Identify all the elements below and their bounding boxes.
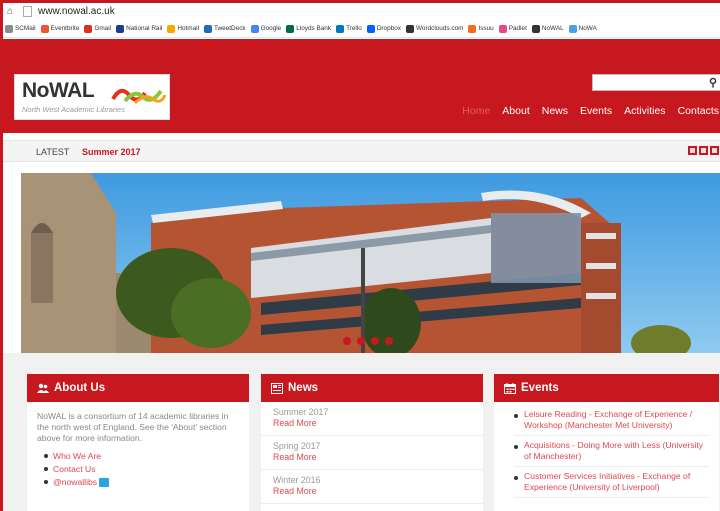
bookmark-favicon-icon: [336, 24, 345, 33]
who-we-are-link[interactable]: Who We Are: [44, 450, 249, 463]
contact-us-link[interactable]: Contact Us: [44, 463, 249, 476]
hero-building-image: [21, 173, 720, 353]
about-card: About Us NoWAL is a consortium of 14 aca…: [27, 374, 249, 511]
bookmark-item[interactable]: TweetDeck: [204, 24, 246, 33]
hero-slider[interactable]: [21, 173, 720, 353]
bookmark-item[interactable]: Eventbrite: [40, 24, 79, 33]
slider-dot[interactable]: [371, 337, 379, 345]
site-header: NoWAL North West Academic Libraries ⚲ Ho…: [3, 39, 720, 133]
event-item[interactable]: Leisure Reading - Exchange of Experience…: [514, 405, 709, 436]
logo-name: NoWAL: [22, 79, 95, 102]
nowal-logo[interactable]: NoWAL North West Academic Libraries: [14, 74, 170, 120]
news-title: News: [288, 382, 319, 394]
about-title: About Us: [54, 382, 106, 394]
events-list: Leisure Reading - Exchange of Experience…: [494, 402, 719, 498]
news-entry-title[interactable]: Winter 2016: [273, 475, 471, 485]
news-entry: Spring 2017 Read More: [261, 436, 483, 470]
nav-about[interactable]: About: [502, 105, 529, 117]
bookmark-favicon-icon: [286, 24, 295, 33]
slider-dot[interactable]: [357, 337, 365, 345]
news-entry-title[interactable]: Summer 2017: [273, 407, 471, 417]
ticker-controls: [688, 146, 719, 155]
nav-home[interactable]: Home: [462, 105, 490, 117]
bookmark-item[interactable]: SCMail: [5, 24, 36, 33]
twitter-link[interactable]: @nowallibs: [44, 476, 249, 489]
bookmark-favicon-icon: [568, 24, 577, 33]
slider-dot[interactable]: [385, 337, 393, 345]
home-icon[interactable]: ⌂: [7, 6, 17, 17]
slider-dot[interactable]: [343, 337, 351, 345]
ticker-next-button[interactable]: [710, 146, 719, 155]
twitter-icon[interactable]: [99, 478, 110, 488]
read-more-link[interactable]: Read More: [273, 452, 471, 462]
page-icon: [23, 6, 32, 17]
news-header: News: [261, 374, 483, 402]
nav-events[interactable]: Events: [580, 105, 612, 117]
slider-dots: [343, 337, 393, 345]
bookmark-favicon-icon: [40, 24, 49, 33]
bookmark-item[interactable]: Gmail: [84, 24, 111, 33]
bookmark-item[interactable]: Google: [250, 24, 281, 33]
bookmark-favicon-icon: [204, 24, 212, 33]
ticker-pause-button[interactable]: [699, 146, 708, 155]
bookmark-favicon-icon: [84, 24, 93, 33]
events-title: Events: [521, 382, 559, 394]
browser-window: ⌂ www.nowal.ac.uk SCMail Eventbrite Gmail N…: [0, 0, 720, 511]
bookmark-item[interactable]: NoWA: [568, 24, 597, 33]
news-entry: Summer 2017 Read More: [261, 402, 483, 436]
bookmark-item[interactable]: Trello: [336, 24, 362, 33]
bookmark-item[interactable]: Padlet: [498, 24, 527, 33]
bookmark-favicon-icon: [468, 24, 477, 33]
bookmark-item[interactable]: Wordclouds.com: [405, 24, 463, 33]
search-icon[interactable]: ⚲: [709, 76, 717, 89]
logo-swoosh-icon: [111, 88, 167, 105]
bookmark-item[interactable]: Hotmail: [167, 24, 199, 33]
bookmark-item[interactable]: NoWAL: [531, 24, 564, 33]
news-entry: Winter 2016 Read More: [261, 470, 483, 504]
newspaper-icon: [271, 382, 283, 394]
bookmark-favicon-icon: [366, 24, 375, 33]
calendar-icon: [504, 382, 516, 394]
news-entry-title[interactable]: Spring 2017: [273, 441, 471, 451]
event-item[interactable]: Customer Services Initiatives - Exchange…: [514, 467, 709, 498]
news-card: News Summer 2017 Read More Spring 2017 R…: [261, 374, 483, 511]
main-nav: Home About News Events Activities Contacts: [450, 105, 719, 117]
bookmark-favicon-icon: [531, 24, 540, 33]
latest-label: LATEST: [36, 147, 70, 157]
about-header: About Us: [27, 374, 249, 402]
about-links: Who We Are Contact Us @nowallibs: [27, 444, 249, 489]
bookmark-favicon-icon: [405, 24, 414, 33]
bookmark-item[interactable]: Dropbox: [366, 24, 401, 33]
events-card: Events Leisure Reading - Exchange of Exp…: [494, 374, 719, 511]
bookmark-favicon-icon: [167, 24, 176, 33]
latest-item[interactable]: Summer 2017: [82, 147, 141, 157]
about-text: NoWAL is a consortium of 14 academic lib…: [37, 411, 229, 443]
bookmark-favicon-icon: [250, 24, 259, 33]
read-more-link[interactable]: Read More: [273, 418, 471, 428]
bookmark-favicon-icon: [116, 24, 125, 33]
address-bar[interactable]: ⌂ www.nowal.ac.uk: [3, 3, 720, 20]
ticker-prev-button[interactable]: [688, 146, 697, 155]
users-icon: [37, 383, 49, 393]
bookmark-item[interactable]: National Rail: [116, 24, 162, 33]
latest-ticker: LATEST Summer 2017: [3, 140, 720, 162]
bookmark-item[interactable]: Lloyds Bank: [286, 24, 331, 33]
url-text[interactable]: www.nowal.ac.uk: [38, 6, 115, 17]
nav-news[interactable]: News: [542, 105, 568, 117]
nav-activities[interactable]: Activities: [624, 105, 665, 117]
content-columns: About Us NoWAL is a consortium of 14 aca…: [3, 353, 720, 511]
search-input[interactable]: ⚲: [592, 74, 720, 91]
nav-contacts[interactable]: Contacts: [678, 105, 719, 117]
bookmark-favicon-icon: [498, 24, 507, 33]
read-more-link[interactable]: Read More: [273, 486, 471, 496]
bookmark-favicon-icon: [5, 24, 13, 33]
event-item[interactable]: Acquisitions - Doing More with Less (Uni…: [514, 436, 709, 467]
logo-tagline: North West Academic Libraries: [22, 105, 125, 114]
events-header: Events: [494, 374, 719, 402]
bookmark-item[interactable]: Issuu: [468, 24, 494, 33]
bookmarks-bar: SCMail Eventbrite Gmail National Rail Hotmai…: [3, 20, 720, 38]
